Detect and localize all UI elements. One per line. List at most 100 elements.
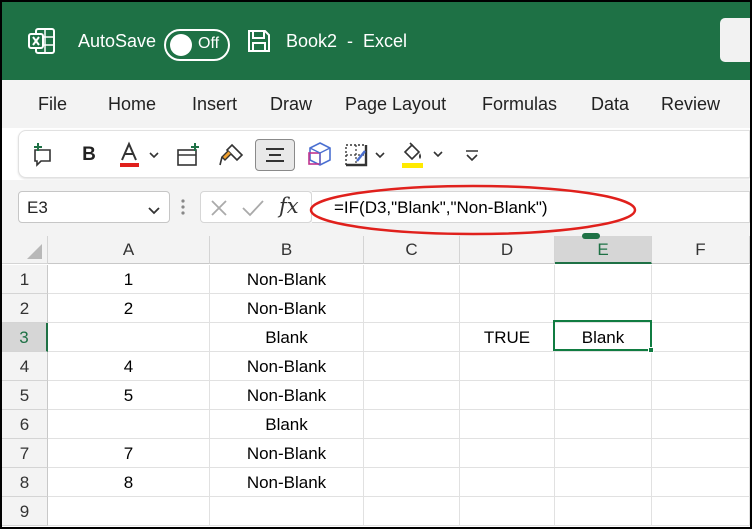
cell-e6[interactable]	[555, 410, 652, 439]
cell-f9[interactable]	[652, 497, 750, 526]
cell-f4[interactable]	[652, 352, 750, 381]
tab-formulas[interactable]: Formulas	[482, 94, 557, 115]
row-header-9[interactable]: 9	[2, 497, 48, 526]
column-header-f[interactable]: F	[652, 236, 750, 264]
cell-e5[interactable]	[555, 381, 652, 410]
cell-a7[interactable]: 7	[48, 439, 210, 468]
cell-d2[interactable]	[460, 294, 555, 323]
cell-c1[interactable]	[364, 265, 460, 294]
fill-color-button[interactable]	[399, 139, 447, 171]
search-box-edge[interactable]	[720, 18, 750, 62]
cell-d8[interactable]	[460, 468, 555, 497]
cell-a4[interactable]: 4	[48, 352, 210, 381]
cell-d9[interactable]	[460, 497, 555, 526]
cell-c4[interactable]	[364, 352, 460, 381]
cell-b3[interactable]: Blank	[210, 323, 364, 352]
row-header-1[interactable]: 1	[2, 265, 48, 294]
more-options-icon	[462, 145, 482, 165]
cell-e3[interactable]: Blank	[555, 323, 652, 352]
cell-f5[interactable]	[652, 381, 750, 410]
more-options-button[interactable]	[457, 139, 487, 171]
column-header-c[interactable]: C	[364, 236, 460, 264]
cell-c3[interactable]	[364, 323, 460, 352]
cell-c2[interactable]	[364, 294, 460, 323]
save-icon[interactable]	[246, 2, 272, 80]
cancel-icon[interactable]	[209, 198, 229, 223]
cell-c9[interactable]	[364, 497, 460, 526]
tab-file[interactable]: File	[38, 94, 67, 115]
cell-c5[interactable]	[364, 381, 460, 410]
formula-bar-resize-handle[interactable]	[180, 197, 186, 222]
row-header-2[interactable]: 2	[2, 294, 48, 323]
new-comment-button[interactable]	[27, 139, 59, 171]
enter-icon[interactable]	[241, 198, 265, 223]
cell-b9[interactable]	[210, 497, 364, 526]
cell-f1[interactable]	[652, 265, 750, 294]
column-header-b[interactable]: B	[210, 236, 364, 264]
shapes-button[interactable]	[305, 139, 335, 171]
cell-b8[interactable]: Non-Blank	[210, 468, 364, 497]
cell-e8[interactable]	[555, 468, 652, 497]
select-all-button[interactable]	[2, 236, 48, 264]
cell-e2[interactable]	[555, 294, 652, 323]
format-painter-button[interactable]	[217, 139, 247, 171]
cell-b5[interactable]: Non-Blank	[210, 381, 364, 410]
column-header-a[interactable]: A	[48, 236, 210, 264]
cell-a6[interactable]	[48, 410, 210, 439]
row-header-3[interactable]: 3	[2, 323, 48, 352]
cell-d6[interactable]	[460, 410, 555, 439]
cell-d3[interactable]: TRUE	[460, 323, 555, 352]
insert-cells-button[interactable]	[173, 139, 203, 171]
align-center-button[interactable]	[255, 139, 295, 171]
tab-page-layout[interactable]: Page Layout	[345, 94, 446, 115]
font-color-button[interactable]	[117, 139, 163, 171]
cell-a5[interactable]: 5	[48, 381, 210, 410]
cell-e9[interactable]	[555, 497, 652, 526]
cell-b1[interactable]: Non-Blank	[210, 265, 364, 294]
tab-home[interactable]: Home	[108, 94, 156, 115]
cell-b4[interactable]: Non-Blank	[210, 352, 364, 381]
column-header-d[interactable]: D	[460, 236, 555, 264]
cell-f7[interactable]	[652, 439, 750, 468]
tab-draw[interactable]: Draw	[270, 94, 312, 115]
cell-f6[interactable]	[652, 410, 750, 439]
row-header-7[interactable]: 7	[2, 439, 48, 468]
cell-f8[interactable]	[652, 468, 750, 497]
column-header-e[interactable]: E	[555, 236, 652, 264]
row-header-6[interactable]: 6	[2, 410, 48, 439]
cell-e1[interactable]	[555, 265, 652, 294]
bold-label: B	[82, 144, 96, 165]
row-header-5[interactable]: 5	[2, 381, 48, 410]
cell-a2[interactable]: 2	[48, 294, 210, 323]
document-title: Book2 - Excel	[286, 30, 408, 51]
tab-insert[interactable]: Insert	[192, 94, 237, 115]
row-header-8[interactable]: 8	[2, 468, 48, 497]
cell-d7[interactable]	[460, 439, 555, 468]
cell-e4[interactable]	[555, 352, 652, 381]
cell-b2[interactable]: Non-Blank	[210, 294, 364, 323]
cell-a8[interactable]: 8	[48, 468, 210, 497]
borders-button[interactable]	[343, 139, 389, 171]
cell-d1[interactable]	[460, 265, 555, 294]
cell-d4[interactable]	[460, 352, 555, 381]
cell-f3[interactable]	[652, 323, 750, 352]
cell-f2[interactable]	[652, 294, 750, 323]
cell-c6[interactable]	[364, 410, 460, 439]
cell-a9[interactable]	[48, 497, 210, 526]
cell-c7[interactable]	[364, 439, 460, 468]
cell-a3[interactable]	[48, 323, 210, 352]
name-box[interactable]: E3	[18, 191, 170, 223]
cell-a1[interactable]: 1	[48, 265, 210, 294]
tab-review[interactable]: Review	[661, 94, 720, 115]
cell-d5[interactable]	[460, 381, 555, 410]
cell-b6[interactable]: Blank	[210, 410, 364, 439]
insert-function-button[interactable]: fx	[279, 194, 299, 218]
cell-c8[interactable]	[364, 468, 460, 497]
cell-b7[interactable]: Non-Blank	[210, 439, 364, 468]
chevron-down-icon[interactable]	[147, 203, 161, 221]
tab-data[interactable]: Data	[591, 94, 629, 115]
row-header-4[interactable]: 4	[2, 352, 48, 381]
autosave-toggle[interactable]: Off	[164, 29, 230, 61]
cell-e7[interactable]	[555, 439, 652, 468]
bold-button[interactable]: B	[75, 139, 103, 171]
